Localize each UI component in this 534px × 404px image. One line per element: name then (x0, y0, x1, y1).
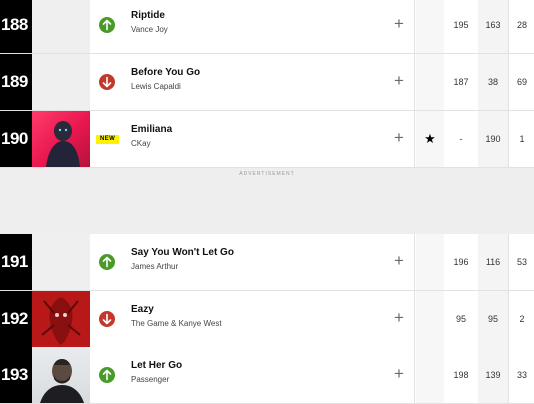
last-week-value: 95 (455, 314, 466, 324)
award-cell (416, 347, 444, 403)
artist-name[interactable]: CKay (131, 139, 151, 148)
rank-number: 188 (0, 0, 32, 53)
song-title[interactable]: Riptide (131, 10, 165, 21)
chart-row-193: 193 Let Her Go Passenger + 198 139 33 (0, 347, 534, 404)
arrow-up-icon (99, 254, 115, 270)
artist-name[interactable]: Passenger (131, 375, 169, 384)
expand-plus-icon[interactable]: + (390, 250, 408, 272)
album-art (32, 291, 90, 347)
arrow-up-icon (99, 367, 115, 383)
song-title[interactable]: Say You Won't Let Go (131, 247, 234, 258)
artist-name[interactable]: The Game & Kanye West (131, 319, 222, 328)
rank-number: 191 (0, 234, 32, 290)
weeks-on-chart-value: 28 (516, 20, 527, 30)
chart-row-189: 189 Before You Go Lewis Capaldi + 187 38… (0, 54, 534, 111)
arrow-down-icon (99, 311, 115, 327)
last-week-value: 195 (453, 20, 469, 30)
award-cell (416, 0, 444, 53)
peak-position-value: 190 (478, 111, 508, 167)
award-cell (416, 291, 444, 347)
rank-number: 192 (0, 291, 32, 347)
chart-row-190: 190 NEW Emiliana CKay + ★ - 190 1 (0, 111, 534, 168)
arrow-down-icon (99, 74, 115, 90)
rank-number: 190 (0, 111, 32, 167)
weeks-on-chart-value: 53 (516, 257, 527, 267)
weeks-on-chart-value: 2 (519, 314, 525, 324)
peak-position-value: 95 (478, 291, 508, 347)
song-title[interactable]: Eazy (131, 304, 154, 315)
artist-name[interactable]: Lewis Capaldi (131, 82, 181, 91)
last-week-value: 187 (453, 77, 469, 87)
last-week-value: 196 (453, 257, 469, 267)
weeks-on-chart-value: 33 (516, 370, 527, 380)
peak-position-value: 163 (478, 0, 508, 53)
last-week-value: 198 (453, 370, 469, 380)
expand-plus-icon[interactable]: + (390, 127, 408, 149)
weeks-on-chart-value: 69 (516, 77, 527, 87)
song-title[interactable]: Let Her Go (131, 360, 182, 371)
song-title[interactable]: Emiliana (131, 124, 172, 135)
new-entry-badge: NEW (96, 135, 120, 144)
artist-name[interactable]: James Arthur (131, 262, 178, 271)
chart-row-192: 192 Eazy The Game & Kanye West + 95 95 2 (0, 291, 534, 348)
album-art (32, 347, 90, 403)
peak-position-value: 116 (478, 234, 508, 290)
advertisement-label: ADVERTISEMENT (239, 171, 295, 177)
peak-position-value: 38 (478, 54, 508, 110)
album-art-placeholder (32, 54, 90, 110)
weeks-on-chart-value: 1 (519, 134, 525, 144)
award-cell (416, 54, 444, 110)
expand-plus-icon[interactable]: + (390, 363, 408, 385)
expand-plus-icon[interactable]: + (390, 13, 408, 35)
song-title[interactable]: Before You Go (131, 67, 200, 78)
chart-row-188: 188 Riptide Vance Joy + 195 163 28 (0, 0, 534, 54)
peak-position-value: 139 (478, 347, 508, 403)
chart-row-191: 191 Say You Won't Let Go James Arthur + … (0, 234, 534, 291)
award-cell (416, 234, 444, 290)
album-art-placeholder (32, 0, 90, 53)
expand-plus-icon[interactable]: + (390, 70, 408, 92)
album-art-placeholder (32, 234, 90, 290)
rank-number: 193 (0, 347, 32, 403)
expand-plus-icon[interactable]: + (390, 307, 408, 329)
artist-name[interactable]: Vance Joy (131, 25, 168, 34)
award-star-icon: ★ (416, 111, 444, 167)
rank-number: 189 (0, 54, 32, 110)
album-art (32, 111, 90, 167)
last-week-value: - (459, 134, 463, 144)
arrow-up-icon (99, 17, 115, 33)
